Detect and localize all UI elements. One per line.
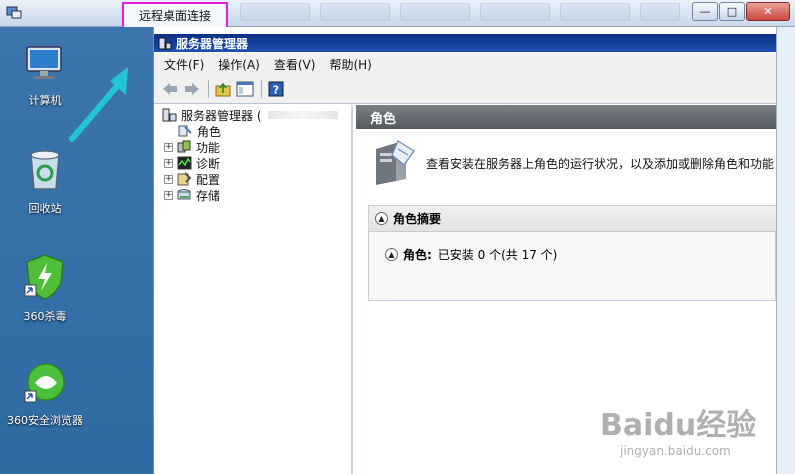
toolbar: ? <box>154 75 776 104</box>
close-button[interactable]: ✕ <box>746 2 790 21</box>
remote-desktop-surface: 计算机 回收站 360杀毒 360安全浏览器 <box>0 27 153 474</box>
watermark-logo: Baidu经验 <box>600 408 757 443</box>
ghost-tab <box>400 3 470 21</box>
roles-description: 查看安装在服务器上角色的运行状况，以及添加或删除角色和功能 <box>426 156 775 171</box>
tree-item-label: 功能 <box>196 140 221 155</box>
rdp-window-edge <box>776 27 795 474</box>
desktop-icon-360-antivirus[interactable]: 360杀毒 <box>0 253 90 324</box>
desktop-icon-label: 360杀毒 <box>23 310 67 323</box>
expand-icon[interactable]: + <box>164 174 173 184</box>
roles-status: 已安装 0 个(共 17 个) <box>437 248 558 262</box>
tree-item-configuration[interactable]: + 配置 <box>164 171 220 187</box>
maximize-button[interactable]: □ <box>719 2 745 21</box>
roles-description-row: 查看安装在服务器上角色的运行状况，以及添加或删除角色和功能 <box>370 139 774 187</box>
toolbar-separator <box>261 80 262 98</box>
folder-up-icon <box>215 82 231 97</box>
arrow-right-icon <box>185 83 199 95</box>
desktop-icon-recycle-bin[interactable]: 回收站 <box>0 147 90 216</box>
tree-item-label: 诊断 <box>196 156 221 171</box>
rdp-title: 远程桌面连接 <box>122 2 228 29</box>
browser-icon <box>24 363 65 403</box>
navigation-tree: 服务器管理器 ( 角色 + 功能 + 诊断 + 配置 + 存储 <box>158 105 353 474</box>
features-icon <box>177 140 191 153</box>
ghost-tab <box>480 3 550 21</box>
computer-icon <box>26 46 62 79</box>
up-folder-button[interactable] <box>213 79 233 99</box>
tree-item-diagnostics[interactable]: + 诊断 <box>164 155 220 171</box>
diagnostics-icon <box>177 156 192 170</box>
forward-button[interactable] <box>182 79 202 99</box>
tree-item-label: 存储 <box>196 188 221 203</box>
annotation-arrow-icon <box>69 67 128 142</box>
rdp-titlebar: 远程桌面连接 — □ ✕ <box>0 0 795 29</box>
collapse-icon[interactable]: ▲ <box>385 248 398 261</box>
tree-item-label: 配置 <box>196 172 221 187</box>
show-hide-tree-button[interactable] <box>235 79 255 99</box>
svg-text:?: ? <box>273 84 279 97</box>
menu-bar: 文件(F) 操作(A) 查看(V) 帮助(H) <box>154 53 776 75</box>
recycle-bin-icon <box>30 150 60 190</box>
content-header: 角色 <box>356 105 776 129</box>
tree-item-label: 角色 <box>197 124 222 139</box>
roles-summary-header[interactable]: ▲ 角色摘要 <box>369 206 777 232</box>
back-button[interactable] <box>160 79 180 99</box>
shield-icon <box>24 254 64 300</box>
remote-desktop-icon <box>6 6 22 19</box>
toolbar-separator <box>208 80 209 98</box>
server-roles-icon <box>376 140 415 185</box>
roles-icon <box>178 125 192 137</box>
roles-summary-section: ▲ 角色摘要 ▲ 角色: 已安装 0 个(共 17 个) <box>368 205 777 301</box>
pane-toggle-icon <box>236 81 254 97</box>
server-manager-icon <box>158 37 172 49</box>
collapse-icon[interactable]: ▲ <box>375 212 388 225</box>
ghost-tab <box>240 3 310 21</box>
window-title: 服务器管理器 <box>176 36 249 51</box>
ghost-tab <box>320 3 390 21</box>
ghost-tab <box>640 3 680 21</box>
server-manager-icon <box>162 108 177 122</box>
expand-icon[interactable]: + <box>164 190 173 200</box>
desktop-icon-360-browser[interactable]: 360安全浏览器 <box>0 361 90 428</box>
menu-file[interactable]: 文件(F) <box>164 56 204 73</box>
tree-item-features[interactable]: + 功能 <box>164 139 220 155</box>
expand-icon[interactable]: + <box>164 142 173 152</box>
minimize-button[interactable]: — <box>692 2 718 21</box>
tree-item-label: 服务器管理器 ( <box>181 108 262 123</box>
server-manager-titlebar: 服务器管理器 <box>154 34 776 52</box>
desktop-icon-label: 360安全浏览器 <box>7 414 83 427</box>
configuration-icon <box>177 172 192 186</box>
storage-icon <box>177 189 191 200</box>
roles-label: 角色: <box>403 248 432 262</box>
menu-help[interactable]: 帮助(H) <box>329 56 371 73</box>
arrow-left-icon <box>163 83 177 95</box>
watermark-url: jingyan.baidu.com <box>620 444 731 458</box>
roles-count-row: ▲ 角色: 已安装 0 个(共 17 个) <box>385 246 557 263</box>
tree-item-storage[interactable]: + 存储 <box>164 187 220 203</box>
help-icon: ? <box>268 81 284 97</box>
roles-summary-title: 角色摘要 <box>393 212 442 226</box>
tree-item-root[interactable]: 服务器管理器 ( <box>162 107 338 123</box>
expand-icon[interactable]: + <box>164 158 173 168</box>
tree-item-roles[interactable]: 角色 <box>178 123 221 139</box>
desktop-icon-label: 回收站 <box>28 202 62 215</box>
help-button[interactable]: ? <box>266 79 286 99</box>
menu-view[interactable]: 查看(V) <box>274 56 316 73</box>
menu-action[interactable]: 操作(A) <box>218 56 260 73</box>
ghost-tab <box>560 3 630 21</box>
blurred-server-name <box>267 111 338 119</box>
